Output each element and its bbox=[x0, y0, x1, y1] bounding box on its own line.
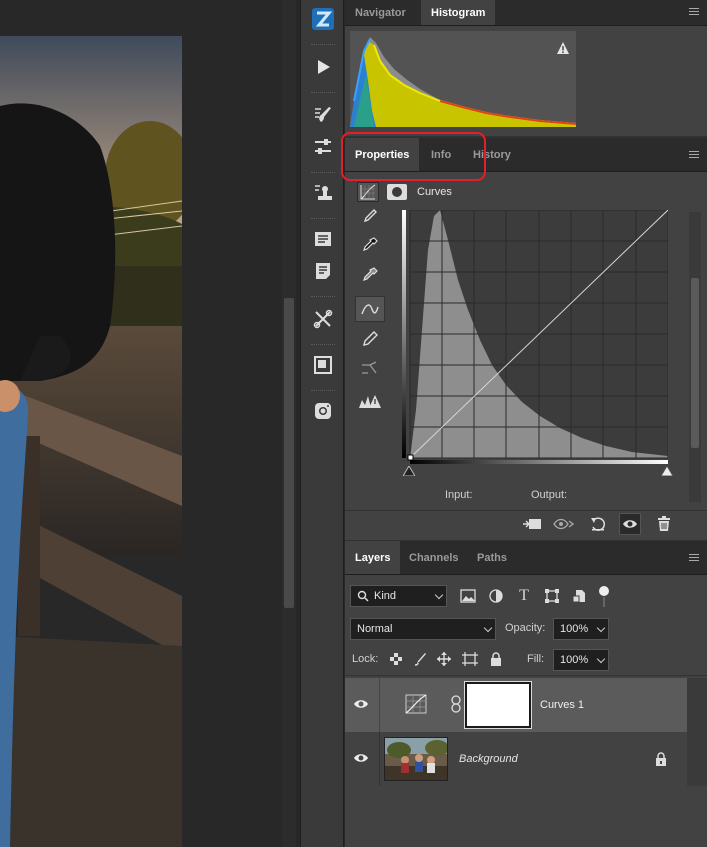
lock-all-icon[interactable] bbox=[485, 648, 507, 670]
layer-mask-thumbnail[interactable] bbox=[464, 681, 532, 729]
properties-scroll-thumb[interactable] bbox=[691, 278, 699, 448]
lock-artboard-icon[interactable] bbox=[459, 648, 481, 670]
output-label: Output: bbox=[531, 489, 568, 501]
smooth-curve-icon[interactable] bbox=[355, 356, 385, 382]
histogram-panel bbox=[345, 26, 707, 136]
tab-paths[interactable]: Paths bbox=[467, 541, 517, 574]
white-point-slider[interactable] bbox=[660, 465, 674, 477]
layer-name-curves-1[interactable]: Curves 1 bbox=[540, 699, 584, 711]
layer-filter-value: Kind bbox=[374, 590, 397, 602]
adjust-sliders-icon[interactable] bbox=[309, 134, 337, 160]
layer-row-background[interactable]: Background bbox=[345, 732, 687, 786]
z-logo-icon[interactable] bbox=[309, 6, 337, 32]
panel-icon-strip bbox=[300, 0, 344, 847]
fill-label: Fill: bbox=[527, 653, 545, 665]
layer-mask-icon[interactable] bbox=[387, 184, 407, 200]
filter-type-icon[interactable]: T bbox=[513, 585, 535, 607]
eyedropper-black-icon[interactable] bbox=[355, 232, 385, 258]
layers-tabbar: Layers Channels Paths bbox=[345, 541, 707, 575]
histogram-panel-menu-icon[interactable] bbox=[689, 8, 699, 15]
lock-label: Lock: bbox=[352, 653, 379, 665]
histogram-tabbar: Navigator Histogram bbox=[345, 0, 707, 26]
filter-pixel-icon[interactable] bbox=[457, 585, 479, 607]
clip-to-layer-icon[interactable] bbox=[521, 513, 543, 535]
filter-adjustment-icon[interactable] bbox=[485, 585, 507, 607]
document-photo bbox=[0, 36, 182, 847]
tab-layers[interactable]: Layers bbox=[345, 541, 401, 574]
layer-row-curves-1[interactable]: Curves 1 bbox=[345, 678, 687, 732]
opacity-input[interactable]: 100% bbox=[553, 618, 609, 640]
properties-panel: Curves Input: Output: bbox=[345, 172, 707, 540]
fill-value: 100% bbox=[560, 654, 589, 666]
curve-point-tool-icon[interactable] bbox=[355, 296, 385, 322]
layers-panel-menu-icon[interactable] bbox=[689, 554, 699, 561]
blend-mode-value: Normal bbox=[357, 623, 393, 635]
mask-link-icon[interactable] bbox=[451, 695, 461, 713]
curves-graph[interactable] bbox=[402, 209, 669, 464]
filter-smart-object-icon[interactable] bbox=[569, 585, 591, 607]
stamp-icon[interactable] bbox=[309, 180, 337, 206]
layers-scroll-track[interactable] bbox=[687, 678, 707, 786]
layer-name-background[interactable]: Background bbox=[459, 753, 518, 765]
opacity-label: Opacity: bbox=[505, 622, 546, 634]
lock-position-icon[interactable] bbox=[433, 648, 455, 670]
pencil-draw-icon[interactable] bbox=[355, 326, 385, 352]
brush-settings-icon[interactable] bbox=[309, 102, 337, 128]
filter-toggle-switch[interactable] bbox=[597, 585, 611, 609]
artboard-icon[interactable] bbox=[309, 352, 337, 378]
view-previous-state-icon[interactable] bbox=[553, 513, 575, 535]
reset-adjustment-icon[interactable] bbox=[587, 513, 609, 535]
layers-panel: Kind T Normal Opacity: 100% Lock: Fill: … bbox=[345, 575, 707, 847]
clipping-warning-icon[interactable] bbox=[355, 388, 385, 414]
layer-visibility-eye-icon[interactable] bbox=[353, 698, 371, 712]
blend-mode-select[interactable]: Normal bbox=[350, 618, 496, 640]
histogram-graph bbox=[350, 31, 577, 127]
on-image-adjust-icon[interactable] bbox=[355, 206, 385, 226]
lock-image-icon[interactable] bbox=[409, 648, 431, 670]
black-point-slider[interactable] bbox=[402, 465, 416, 477]
background-lock-icon[interactable] bbox=[655, 752, 667, 766]
toggle-visibility-icon[interactable] bbox=[619, 513, 641, 535]
tools-icon[interactable] bbox=[309, 306, 337, 332]
fill-input[interactable]: 100% bbox=[553, 649, 609, 671]
eyedropper-gray-icon[interactable] bbox=[355, 262, 385, 288]
curves-layer-icon bbox=[405, 694, 427, 714]
document-icon[interactable] bbox=[309, 258, 337, 284]
paragraph-icon[interactable] bbox=[309, 226, 337, 252]
histogram-warning-icon[interactable] bbox=[556, 41, 570, 55]
instagram-icon[interactable] bbox=[309, 398, 337, 424]
search-icon bbox=[357, 590, 369, 602]
canvas-scroll-thumb[interactable] bbox=[284, 298, 294, 608]
opacity-value: 100% bbox=[560, 623, 589, 635]
adjustment-title: Curves bbox=[417, 186, 452, 198]
filter-shape-icon[interactable] bbox=[541, 585, 563, 607]
lock-transparent-icon[interactable] bbox=[385, 648, 407, 670]
play-icon[interactable] bbox=[309, 54, 337, 80]
document-canvas[interactable] bbox=[0, 0, 300, 847]
properties-panel-menu-icon[interactable] bbox=[689, 151, 699, 158]
delete-adjustment-icon[interactable] bbox=[653, 513, 675, 535]
tab-navigator[interactable]: Navigator bbox=[345, 0, 416, 25]
highlight-annotation-ring bbox=[341, 132, 486, 181]
tab-channels[interactable]: Channels bbox=[399, 541, 469, 574]
right-panels: Navigator Histogram Properties Info Hist… bbox=[345, 0, 707, 847]
tab-histogram[interactable]: Histogram bbox=[421, 0, 496, 25]
layer-filter-select[interactable]: Kind bbox=[350, 585, 447, 607]
curves-adjustment-icon[interactable] bbox=[357, 182, 379, 202]
layer-visibility-eye-icon[interactable] bbox=[353, 752, 371, 766]
background-layer-thumbnail bbox=[384, 737, 448, 781]
input-label: Input: bbox=[445, 489, 473, 501]
